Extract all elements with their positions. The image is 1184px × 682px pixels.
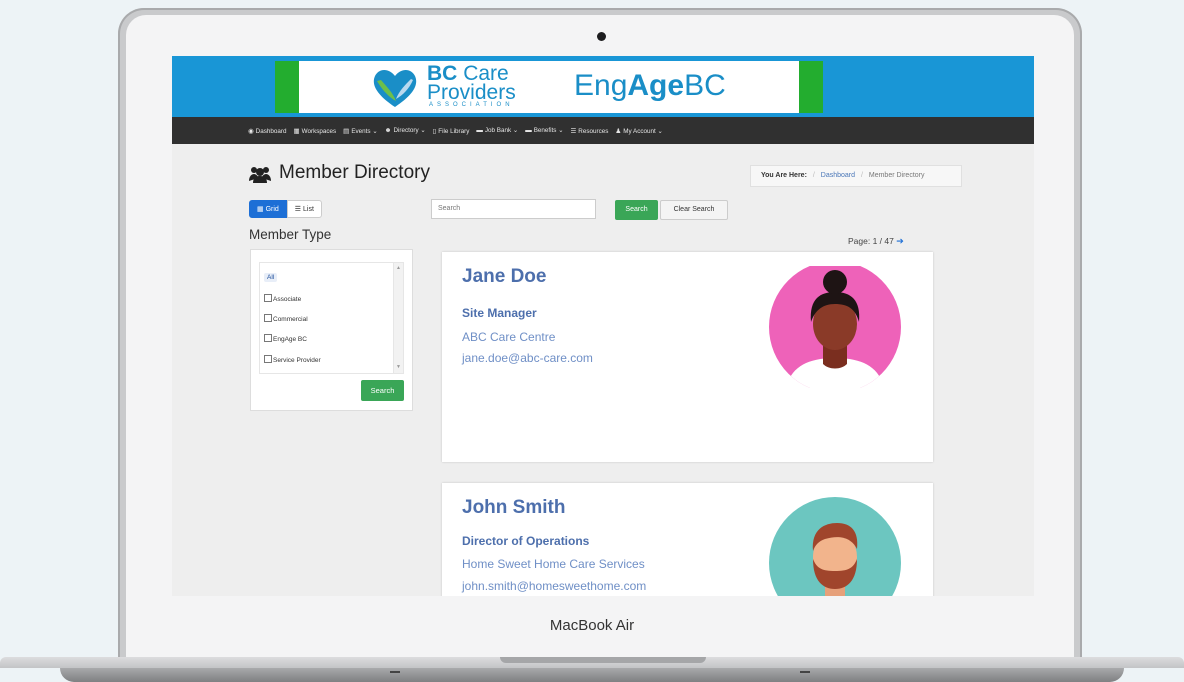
member-organization: ABC Care Centre — [462, 330, 556, 344]
header-logo-box[interactable]: BC Care Providers ASSOCIATION EngAgeBC — [299, 61, 799, 113]
checkbox[interactable] — [264, 355, 272, 363]
filter-option-service-provider[interactable]: Service Provider — [264, 355, 321, 364]
nav-label: Job Bank ⌄ — [484, 127, 519, 134]
member-organization: Home Sweet Home Care Services — [462, 557, 645, 571]
workspaces-icon: ▦ — [293, 127, 300, 135]
grid-label: Grid — [265, 206, 279, 213]
clear-search-button[interactable]: Clear Search — [660, 200, 728, 220]
view-toggle: ▦ Grid ☰ List — [249, 200, 322, 218]
list-icon: ☰ — [570, 127, 577, 135]
nav-label: Dashboard — [255, 127, 287, 135]
laptop-notch — [500, 657, 706, 663]
nav-label: Events ⌄ — [351, 127, 378, 135]
member-type-list[interactable]: All Associate Commercial EngAge BC Servi… — [259, 262, 404, 374]
page-title: Member Directory — [279, 162, 430, 183]
page-indicator: Page: 1 / 47 — [848, 236, 894, 246]
scroll-down-icon[interactable]: ▼ — [396, 364, 401, 370]
pagination: Page: 1 / 47 ➔ — [848, 236, 904, 247]
engage-mid: Age — [627, 69, 685, 102]
male-avatar-icon — [769, 497, 901, 596]
nav-benefits[interactable]: ▬ Benefits ⌄ — [525, 127, 563, 134]
engage-suffix: BC — [684, 69, 726, 102]
nav-dashboard[interactable]: ◉ Dashboard — [248, 127, 286, 135]
list-label: List — [303, 206, 314, 213]
breadcrumb: You Are Here: / Dashboard / Member Direc… — [750, 165, 962, 187]
calendar-icon: ▤ — [343, 127, 350, 135]
engagebc-logo: EngAgeBC — [574, 69, 726, 103]
org-association: ASSOCIATION — [429, 102, 514, 108]
nav-label: File Library — [438, 127, 470, 135]
filter-option-associate[interactable]: Associate — [264, 294, 301, 303]
grid-icon: ▦ — [257, 206, 266, 213]
list-icon: ☰ — [294, 206, 304, 213]
filter-option-engage-bc[interactable]: EngAge BC — [264, 334, 307, 343]
filter-label: Commercial — [273, 316, 308, 323]
heart-hands-logo-icon — [373, 70, 417, 107]
nav-label: Workspaces — [301, 127, 337, 135]
female-avatar-icon — [769, 266, 901, 388]
member-email[interactable]: jane.doe@abc-care.com — [462, 351, 593, 365]
nav-file-library[interactable]: ▯ File Library — [433, 127, 470, 135]
nav-resources[interactable]: ☰ Resources — [570, 127, 608, 135]
briefcase-icon: ▬ — [476, 127, 483, 134]
screen: BC Care Providers ASSOCIATION EngAgeBC ◉… — [172, 56, 1034, 596]
member-name[interactable]: John Smith — [462, 497, 565, 519]
search-button[interactable]: Search — [615, 200, 658, 220]
member-role: Director of Operations — [462, 534, 590, 548]
nav-job-bank[interactable]: ▬ Job Bank ⌄ — [476, 127, 518, 134]
filter-label: Associate — [273, 296, 302, 303]
filter-label: EngAge BC — [273, 336, 307, 343]
device-label: MacBook Air — [549, 617, 635, 634]
users-icon — [249, 167, 271, 183]
member-type-heading: Member Type — [249, 227, 332, 242]
next-page-icon[interactable]: ➔ — [896, 236, 904, 246]
nav-label: My Account ⌄ — [623, 127, 663, 135]
filter-label: Service Provider — [273, 357, 321, 364]
filter-option-all[interactable]: All — [264, 273, 278, 282]
engage-prefix: Eng — [574, 69, 628, 102]
filter-search-button[interactable]: Search — [361, 380, 404, 401]
users-icon: ☻ — [384, 127, 392, 134]
main-navbar: ◉ Dashboard ▦ Workspaces ▤ Events ⌄ ☻ Direct… — [172, 117, 1034, 144]
checkbox[interactable] — [264, 294, 272, 302]
member-role: Site Manager — [462, 306, 537, 320]
camera-icon — [597, 32, 606, 41]
filter-option-commercial[interactable]: Commercial — [264, 314, 308, 323]
laptop-foot — [390, 671, 400, 673]
grid-view-button[interactable]: ▦ Grid — [249, 200, 287, 218]
nav-label: Directory ⌄ — [393, 127, 426, 134]
scroll-up-icon[interactable]: ▲ — [396, 265, 401, 271]
benefits-icon: ▬ — [525, 127, 532, 134]
laptop-base — [0, 657, 1184, 682]
user-icon: ♟ — [615, 127, 622, 135]
dashboard-icon: ◉ — [248, 127, 254, 135]
member-type-filter: All Associate Commercial EngAge BC Servi… — [250, 249, 413, 411]
member-email[interactable]: john.smith@homesweethome.com — [462, 579, 646, 593]
search-input[interactable]: Search — [431, 199, 596, 219]
checkbox[interactable] — [264, 334, 272, 342]
nav-label: Resources — [578, 127, 609, 135]
breadcrumb-current: Member Directory — [868, 172, 925, 179]
laptop-foot — [800, 671, 810, 673]
file-icon: ▯ — [432, 127, 437, 135]
breadcrumb-separator: / — [860, 172, 863, 179]
nav-directory[interactable]: ☻ Directory ⌄ — [385, 127, 426, 134]
breadcrumb-prefix: You Are Here: — [761, 172, 807, 179]
member-name[interactable]: Jane Doe — [462, 266, 546, 288]
checkbox[interactable] — [264, 314, 272, 322]
member-card[interactable]: Jane Doe Site Manager ABC Care Centre ja… — [442, 252, 933, 462]
laptop-base-bottom — [60, 668, 1124, 682]
breadcrumb-separator: / — [812, 172, 815, 179]
nav-my-account[interactable]: ♟ My Account ⌄ — [615, 127, 662, 135]
nav-label: Benefits ⌄ — [533, 127, 564, 134]
filter-scrollbar[interactable]: ▲ ▼ — [393, 263, 403, 373]
breadcrumb-link-dashboard[interactable]: Dashboard — [821, 172, 855, 179]
member-card[interactable]: John Smith Director of Operations Home S… — [442, 483, 933, 596]
nav-workspaces[interactable]: ▦ Workspaces — [293, 127, 336, 135]
list-view-button[interactable]: ☰ List — [286, 200, 322, 218]
nav-events[interactable]: ▤ Events ⌄ — [343, 127, 377, 135]
